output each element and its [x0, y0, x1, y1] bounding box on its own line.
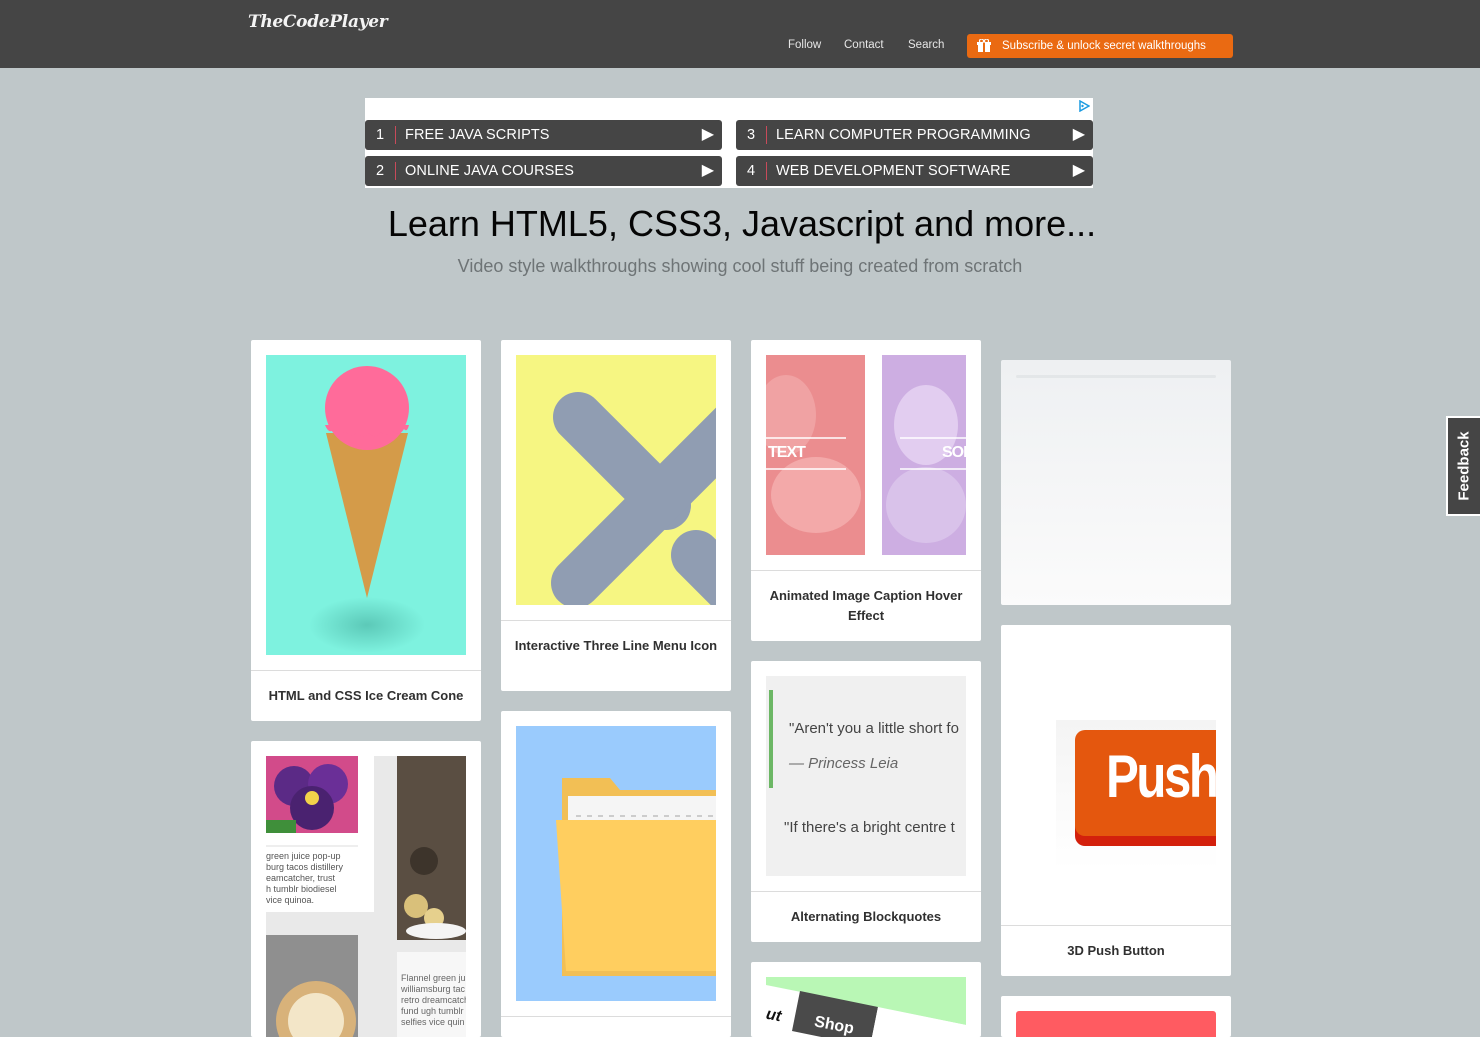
blog-text-line: fund ugh tumblr	[401, 1006, 464, 1016]
push-button-label: Push	[1106, 743, 1216, 810]
hero-subtitle: Video style walkthroughs showing cool st…	[457, 256, 1023, 276]
blog-text-line: retro dreamcatch	[401, 995, 466, 1005]
shop-menu-thumbnail: ut Shop	[766, 977, 966, 1037]
ad-separator	[395, 126, 396, 144]
feedback-tab[interactable]: Feedback	[1446, 416, 1480, 516]
subscribe-button[interactable]: Subscribe & unlock secret walkthroughs	[967, 34, 1233, 58]
blog-text-line: williamsburg tac	[401, 984, 466, 994]
blog-text-line: h tumblr biodiesel	[266, 884, 337, 894]
ad-link-1[interactable]: 1 FREE JAVA SCRIPTS ▶	[365, 120, 722, 150]
ice-cream-image	[266, 355, 466, 655]
card-push-button[interactable]: Push 3D Push Button	[1001, 625, 1231, 976]
menu-icon-image	[516, 355, 716, 605]
card-red-thumbnail[interactable]	[1001, 996, 1231, 1037]
card-shop-menu[interactable]: ut Shop	[751, 962, 981, 1037]
card-blog-layout[interactable]: green juice pop-up burg tacos distillery…	[251, 741, 481, 1037]
push-button-thumbnail: Push	[1016, 640, 1216, 925]
blog-text-line: burg tacos distillery	[266, 862, 344, 872]
ad-separator	[395, 162, 396, 180]
ad-link-number: 4	[747, 163, 756, 179]
ad-link-label: FREE JAVA SCRIPTS	[405, 127, 550, 143]
ad-link-label: LEARN COMPUTER PROGRAMMING	[776, 127, 1031, 143]
blog-text-line: Flannel green jui	[401, 973, 466, 983]
ad-banner: 1 FREE JAVA SCRIPTS ▶ 3 LEARN COMPUTER P…	[365, 98, 1093, 188]
play-arrow-icon: ▶	[701, 126, 714, 143]
card-caption-hover[interactable]: TEXT SOI Animated Image Caption Hover Ef…	[751, 340, 981, 641]
feedback-label: Feedback	[1455, 431, 1473, 501]
ad-link-2[interactable]: 2 ONLINE JAVA COURSES ▶	[365, 156, 722, 186]
menu-icon-thumbnail	[516, 355, 716, 605]
quote-accent-bar	[769, 690, 773, 788]
ad-link-4[interactable]: 4 WEB DEVELOPMENT SOFTWARE ▶	[736, 156, 1093, 186]
gift-icon	[977, 39, 991, 52]
card-title: HTML and CSS Ice Cream Cone	[251, 670, 481, 721]
ad-link-number: 3	[747, 127, 756, 143]
top-header: TheCodePlayer Follow Contact Search Subs…	[0, 0, 1480, 68]
ad-link-number: 1	[376, 127, 385, 143]
blog-text-line: selfies vice quin	[401, 1017, 465, 1027]
subscribe-label: Subscribe & unlock secret walkthroughs	[1002, 40, 1206, 52]
card-title: Animated Image Caption Hover Effect	[751, 570, 981, 641]
blockquotes-thumbnail: "Aren't you a little short fo — Princess…	[766, 676, 966, 876]
quote-text: "If there's a bright centre t	[784, 819, 955, 836]
play-arrow-icon: ▶	[701, 162, 714, 179]
loading-bar	[1016, 375, 1216, 378]
blog-layout-thumbnail: green juice pop-up burg tacos distillery…	[266, 756, 466, 1037]
ice-cream-thumbnail	[266, 355, 466, 655]
card-ice-cream[interactable]: HTML and CSS Ice Cream Cone	[251, 340, 481, 721]
quote-author: — Princess Leia	[789, 755, 899, 772]
nav-follow[interactable]: Follow	[788, 39, 821, 51]
card-title: Alternating Blockquotes	[751, 891, 981, 942]
card-title-divider	[501, 1016, 731, 1037]
card-menu-icon[interactable]: Interactive Three Line Menu Icon	[501, 340, 731, 691]
shop-menu-image	[766, 977, 966, 1037]
ad-link-number: 2	[376, 163, 385, 179]
nav-contact[interactable]: Contact	[844, 39, 884, 51]
quote-text: "Aren't you a little short fo	[789, 720, 959, 737]
ad-separator	[766, 162, 767, 180]
card-folder[interactable]	[501, 711, 731, 1037]
ad-link-3[interactable]: 3 LEARN COMPUTER PROGRAMMING ▶	[736, 120, 1093, 150]
nav-search[interactable]: Search	[908, 39, 944, 51]
site-logo[interactable]: TheCodePlayer	[248, 12, 388, 32]
blog-text-line: green juice pop-up	[266, 851, 341, 861]
folder-icon	[516, 726, 716, 1001]
ad-link-label: WEB DEVELOPMENT SOFTWARE	[776, 163, 1011, 179]
card-blockquotes[interactable]: "Aren't you a little short fo — Princess…	[751, 661, 981, 942]
red-thumbnail	[1016, 1011, 1216, 1037]
caption-hover-thumbnail: TEXT SOI	[766, 355, 966, 555]
play-arrow-icon: ▶	[1072, 162, 1085, 179]
card-title: 3D Push Button	[1001, 925, 1231, 976]
blog-text-line: eamcatcher, trust	[266, 873, 336, 883]
caption-label: TEXT	[768, 444, 806, 461]
caption-label: SOI	[942, 444, 966, 461]
blog-text-line: vice quinoa.	[266, 895, 315, 905]
hero-title: Learn HTML5, CSS3, Javascript and more..…	[387, 203, 1097, 244]
folder-thumbnail	[516, 726, 716, 1001]
adchoices-icon[interactable]	[1078, 100, 1090, 112]
card-loading-placeholder[interactable]	[1001, 360, 1231, 605]
ad-link-label: ONLINE JAVA COURSES	[405, 163, 574, 179]
play-arrow-icon: ▶	[1072, 126, 1085, 143]
ad-separator	[766, 126, 767, 144]
card-title: Interactive Three Line Menu Icon	[501, 620, 731, 691]
